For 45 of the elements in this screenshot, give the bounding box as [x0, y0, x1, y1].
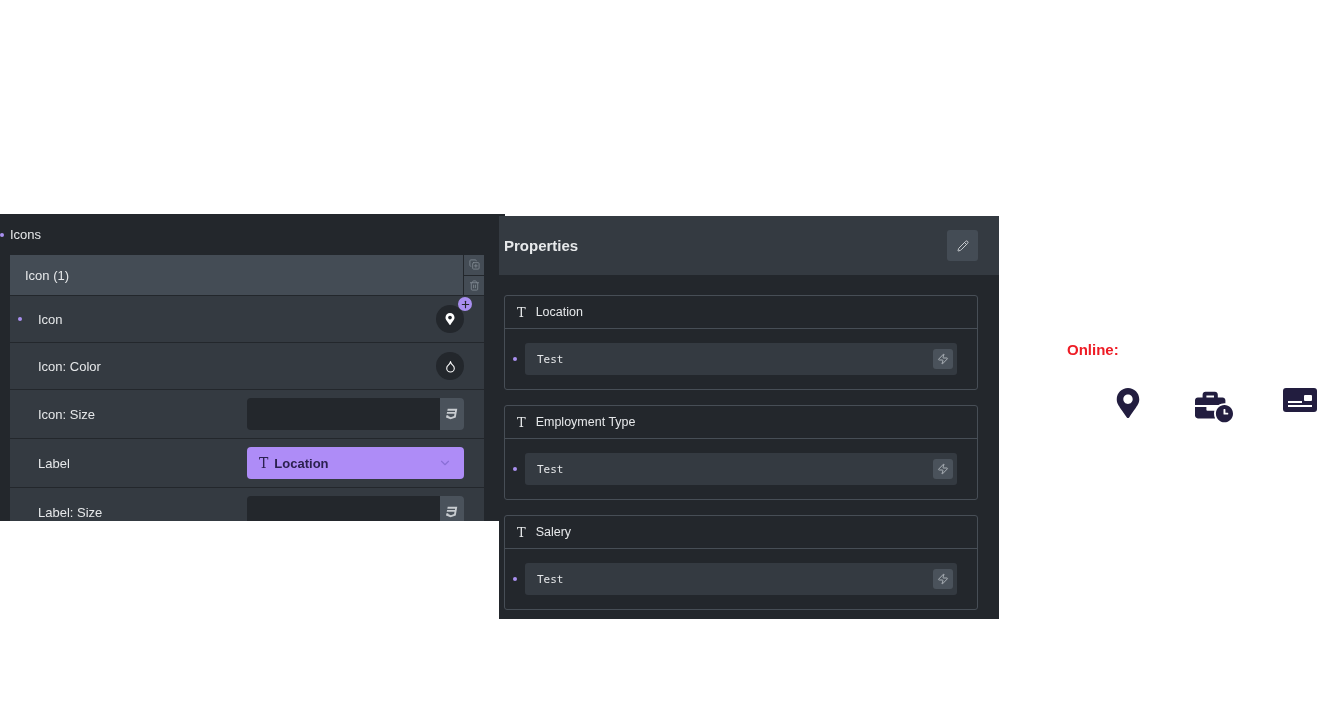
add-button[interactable] [458, 297, 472, 311]
property-label: Employment Type [535, 415, 636, 429]
property-label: Salery [535, 525, 572, 539]
droplet-icon [443, 359, 457, 373]
section-title: Icons [10, 227, 42, 242]
copy-icon [468, 259, 480, 271]
dot-icon [513, 577, 517, 581]
css-icon [446, 408, 458, 420]
lightning-icon [937, 573, 949, 585]
dot-icon [18, 317, 22, 321]
css-unit-button[interactable] [440, 398, 464, 430]
dynamic-data-button[interactable] [933, 349, 953, 369]
control-label: Icon: Color [38, 358, 102, 374]
online-heading: Online: [1067, 341, 1119, 358]
map-pin-icon [444, 313, 456, 325]
panel-title: Properties [504, 237, 579, 254]
icon-picker-button[interactable] [436, 305, 464, 333]
css-unit-button[interactable] [440, 496, 464, 521]
dynamic-data-button[interactable] [933, 569, 953, 589]
property-field[interactable]: Test [525, 453, 957, 485]
color-picker-button[interactable] [436, 352, 464, 380]
css-icon [446, 506, 458, 518]
size-input[interactable] [247, 496, 440, 521]
pencil-icon [956, 239, 969, 252]
property-field[interactable]: Test [525, 563, 957, 595]
lightning-icon [937, 463, 949, 475]
property-field[interactable]: Test [525, 343, 957, 375]
control-label: Icon: Size [38, 406, 97, 422]
size-input[interactable] [247, 398, 440, 430]
control-label: Label [38, 455, 71, 471]
trash-icon [468, 279, 480, 291]
control-label: Label: Size [38, 504, 104, 520]
card-icon [1283, 388, 1317, 412]
dynamic-data-button[interactable] [933, 459, 953, 479]
edit-button[interactable] [947, 230, 978, 261]
property-label: Location [535, 305, 583, 319]
dot-icon [513, 357, 517, 361]
dot-icon [0, 232, 4, 237]
text-type-glyph: T [517, 304, 526, 320]
text-type-glyph: T [517, 414, 526, 430]
lightning-icon [937, 353, 949, 365]
dot-icon [513, 467, 517, 471]
label-select[interactable]: T Location [247, 447, 464, 479]
control-label: Icon [38, 311, 64, 327]
text-type-glyph: T [517, 524, 526, 540]
